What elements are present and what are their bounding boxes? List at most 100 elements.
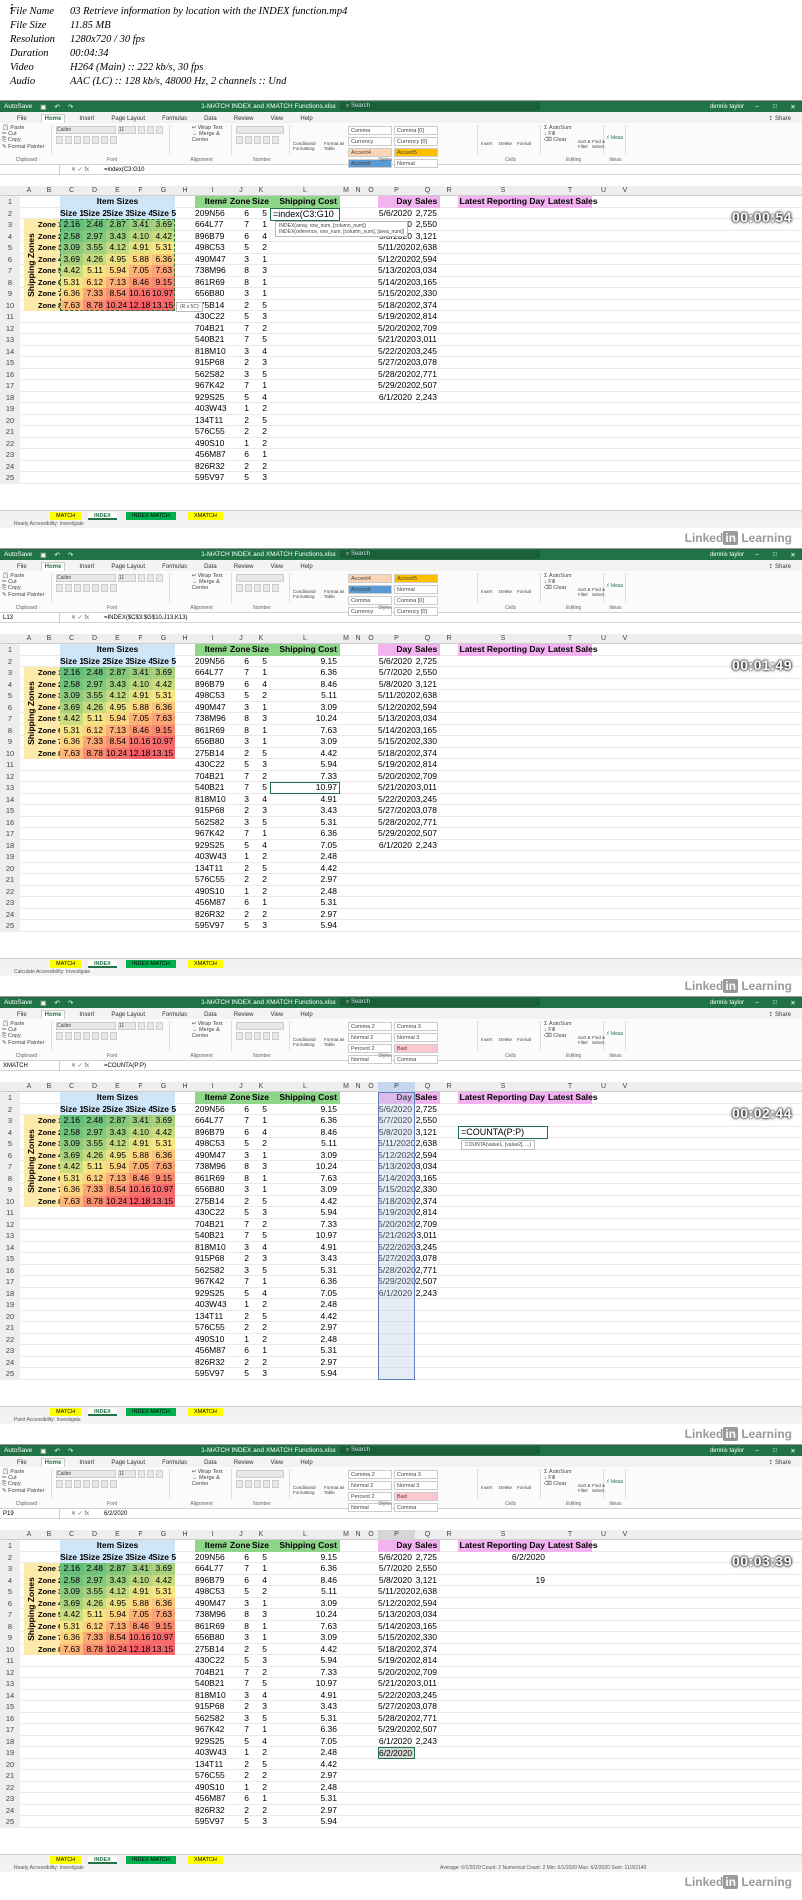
column-header-u[interactable]: U [592, 1082, 615, 1092]
format-painter-button[interactable]: ✎ Format Painter [2, 1488, 51, 1494]
matrix-cell[interactable]: 10.16 [129, 1184, 152, 1196]
font-name-select[interactable]: Calibri [56, 574, 116, 582]
sales-value[interactable]: 2,638 [415, 690, 440, 702]
column-header-q[interactable]: Q [415, 1082, 440, 1092]
shipping-cost[interactable]: 5.31 [270, 817, 340, 829]
cell-style-currency[interactable]: Currency [348, 137, 392, 146]
find-select-button[interactable]: Find & Select [592, 139, 606, 149]
size-col-header[interactable]: Size 4 [129, 1103, 153, 1115]
item-zone[interactable]: 7 [230, 1219, 252, 1231]
share-button[interactable]: ⇪ Share [765, 114, 794, 123]
item-number[interactable]: 490M47 [195, 1598, 230, 1610]
column-header-t[interactable]: T [548, 1082, 592, 1092]
item-number[interactable]: 576C55 [195, 874, 230, 886]
sales-value[interactable]: 2,709 [415, 1667, 440, 1679]
column-header-m[interactable]: M [340, 634, 352, 644]
matrix-cell[interactable]: 8.46 [129, 724, 152, 736]
sales-value[interactable]: 2,638 [415, 1586, 440, 1598]
sales-value[interactable]: 2,594 [415, 254, 440, 266]
ideas-button[interactable]: ⚡ Ideas [606, 583, 625, 589]
item-zone[interactable]: 5 [230, 1368, 252, 1380]
shipping-cost[interactable]: 9.15 [270, 1104, 340, 1116]
day-value[interactable]: 5/29/2020 [378, 1724, 416, 1736]
cell-style-normal-2[interactable]: Normal 2 [348, 1481, 392, 1490]
sheet-tab-match[interactable]: MATCH [50, 960, 82, 968]
tab-review[interactable]: Review [231, 1011, 257, 1019]
tab-insert[interactable]: Insert [76, 115, 97, 123]
cell-style-comma-3[interactable]: Comma 3 [394, 1470, 438, 1479]
item-size[interactable]: 1 [252, 1345, 270, 1357]
item-number[interactable]: 915P68 [195, 1701, 230, 1713]
item-size[interactable]: 5 [252, 656, 270, 668]
size-col-header[interactable]: Size 2 [83, 655, 107, 667]
cell-delete-button[interactable]: Delete [499, 141, 517, 146]
name-box[interactable]: XMATCH [0, 1060, 60, 1071]
cell-style-comma--0-[interactable]: Comma [0] [394, 126, 438, 135]
item-number[interactable]: 403W43 [195, 403, 230, 415]
font-size-select[interactable]: 11 [118, 126, 136, 134]
item-zone[interactable]: 2 [230, 1311, 252, 1323]
matrix-cell[interactable]: 3.43 [106, 1574, 129, 1586]
item-number[interactable]: 861R69 [195, 1621, 230, 1633]
sheet-tab-index[interactable]: INDEX [88, 1856, 117, 1864]
sort-filter-button[interactable]: Sort & Filter [578, 1035, 592, 1045]
sort-filter-button[interactable]: Sort & Filter [578, 587, 592, 597]
column-header-h[interactable]: H [175, 1530, 195, 1540]
font-format-button[interactable] [83, 584, 90, 592]
accessibility-status[interactable]: Accessibility: Investigate [27, 1417, 81, 1423]
formula-input[interactable]: =INDEX($C$3:$G$10,J13,K13) [100, 615, 188, 621]
zone-label[interactable]: Zone 2 [38, 678, 62, 690]
matrix-cell[interactable]: 3.43 [106, 678, 129, 690]
item-size[interactable]: 2 [252, 438, 270, 450]
name-box[interactable] [0, 164, 60, 175]
sales-value[interactable]: 2,725 [415, 1104, 440, 1116]
shipping-cost[interactable]: 5.31 [270, 1265, 340, 1277]
shipping-cost[interactable]: 6.36 [270, 667, 340, 679]
column-header-n[interactable]: N [352, 186, 364, 196]
tab-file[interactable]: File [14, 1011, 30, 1019]
search-box[interactable]: ⌕ Search [340, 102, 540, 111]
item-number[interactable]: 818M10 [195, 1242, 230, 1254]
sheet-tab-xmatch[interactable]: XMATCH [188, 512, 223, 520]
sales-value[interactable]: 2,550 [415, 219, 440, 231]
day-header[interactable]: Day [378, 1540, 415, 1552]
item-size[interactable]: 2 [252, 461, 270, 473]
count-result[interactable]: 19 [458, 1575, 548, 1587]
row-number[interactable]: 16 [0, 1712, 20, 1724]
item-size[interactable]: 4 [252, 346, 270, 358]
column-header-d[interactable]: D [83, 186, 106, 196]
column-header-c[interactable]: C [60, 634, 83, 644]
sales-value[interactable]: 2,243 [415, 392, 440, 404]
day-value[interactable]: 5/11/2020 [378, 242, 415, 254]
copy-button[interactable]: ⎘ Copy [2, 1481, 51, 1488]
minimize-icon[interactable]: – [752, 103, 762, 110]
shipping-cost[interactable]: 4.42 [270, 748, 340, 760]
sales-value[interactable]: 2,709 [415, 323, 440, 335]
item-number[interactable]: 896B79 [195, 1127, 230, 1139]
matrix-cell[interactable]: 8.54 [106, 736, 129, 748]
matrix-cell[interactable]: 3.41 [129, 1563, 152, 1575]
shipping-cost[interactable]: 2.97 [270, 874, 340, 886]
matrix-cell[interactable]: 12.18 [129, 1195, 152, 1207]
column-header-i[interactable]: I [195, 186, 230, 196]
matrix-cell[interactable]: 2.58 [60, 1126, 83, 1138]
day-value[interactable]: 5/21/2020 [378, 334, 416, 346]
matrix-cell[interactable]: 8.78 [83, 747, 106, 759]
number-format-button[interactable] [236, 1032, 243, 1040]
sales-value[interactable]: 3,121 [415, 1575, 440, 1587]
row-number[interactable]: 7 [0, 265, 20, 277]
row-number[interactable]: 8 [0, 1172, 20, 1184]
shipping-cost[interactable]: 5.31 [270, 1793, 340, 1805]
item-size[interactable]: 1 [252, 449, 270, 461]
formula-input[interactable]: =index(C3:G10 [100, 167, 145, 173]
font-format-button[interactable] [65, 1032, 72, 1040]
matrix-cell[interactable]: 4.26 [83, 701, 106, 713]
row-number[interactable]: 17 [0, 1724, 20, 1736]
column-header-v[interactable]: V [615, 1082, 635, 1092]
number-format-button[interactable] [254, 1480, 261, 1488]
font-format-button[interactable] [74, 136, 81, 144]
item-size[interactable]: 1 [252, 1184, 270, 1196]
column-header-t[interactable]: T [548, 634, 592, 644]
item-header[interactable]: Item# [195, 196, 230, 208]
redo-icon[interactable]: ↷ [68, 999, 73, 1007]
